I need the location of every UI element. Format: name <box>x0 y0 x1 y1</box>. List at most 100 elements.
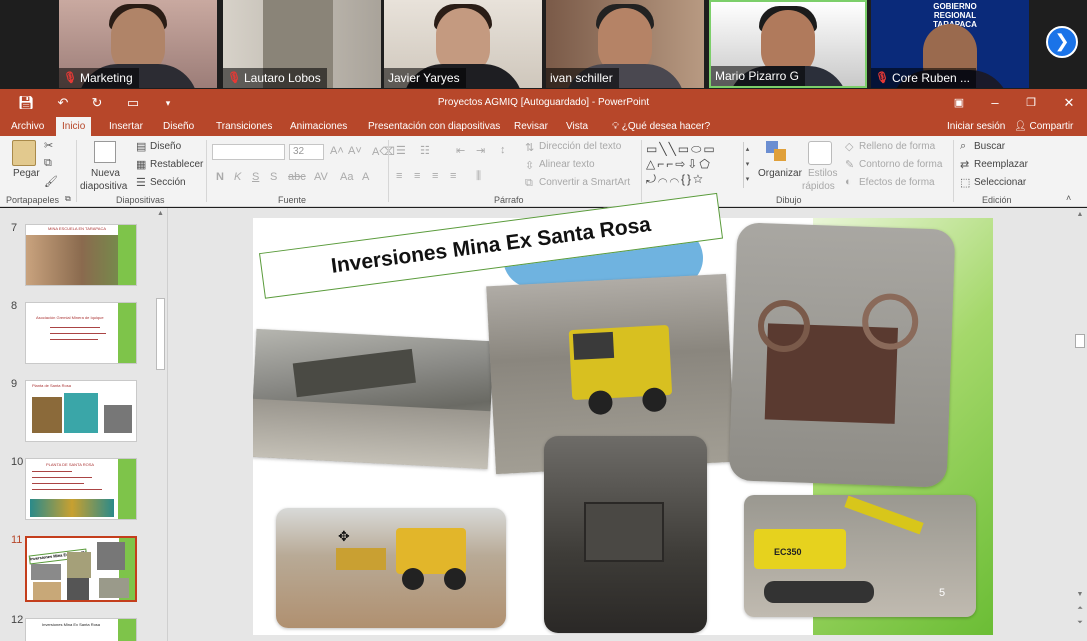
tab-vista[interactable]: Vista <box>560 117 594 136</box>
align-text-button[interactable]: Alinear texto <box>539 159 595 170</box>
shapes-gallery[interactable]: ▭╲╲▭⬭▭ △⌐⌐⇨⇩⬠ ⤾⌒⌒{}☆ <box>646 142 742 188</box>
reset-button[interactable]: Restablecer <box>150 159 203 170</box>
line-spacing-icon[interactable]: ↕ <box>500 144 506 156</box>
format-painter-icon[interactable]: 🖌︎ <box>44 175 58 188</box>
tab-presentacion[interactable]: Presentación con diapositivas <box>362 117 506 136</box>
undo-icon[interactable]: ↶ <box>52 89 74 117</box>
shapes-scroll[interactable]: ▴ ▾ ▾ <box>743 142 751 188</box>
shadow-icon[interactable]: S <box>270 171 277 183</box>
align-left-icon[interactable]: ≡ <box>396 170 402 182</box>
columns-icon[interactable]: ⫼ <box>476 170 481 183</box>
quick-styles-button[interactable]: Estilos <box>808 168 837 179</box>
smartart-button[interactable]: Convertir a SmartArt <box>539 177 630 188</box>
spacing-icon[interactable]: AV <box>314 171 328 183</box>
numbering-icon[interactable]: ☷ <box>420 144 430 157</box>
share-button[interactable]: 👤︎ Compartir <box>1008 117 1079 136</box>
slide-thumbnail-active[interactable]: Inversiones Mina Ex Santa Rosa <box>25 536 137 602</box>
tab-inicio[interactable]: Inicio <box>56 117 92 136</box>
underline-icon[interactable]: S <box>252 171 259 183</box>
participant-tile[interactable]: Javier Yaryes <box>384 0 542 88</box>
select-button[interactable]: Seleccionar <box>974 177 1026 188</box>
increase-indent-icon[interactable]: ⇥ <box>476 144 485 157</box>
excavator-label: EC350 <box>774 547 802 557</box>
paste-button[interactable]: Pegar <box>13 168 40 179</box>
redo-icon[interactable]: ↻ <box>88 89 106 117</box>
new-slide-button[interactable]: Nueva <box>91 168 120 179</box>
strike-icon[interactable]: abc <box>288 171 306 183</box>
scroll-down-icon[interactable]: ▼ <box>1075 591 1085 598</box>
dialog-launcher-icon[interactable]: ⧉ <box>65 194 71 204</box>
customize-toolbar-icon[interactable]: ▾ <box>160 89 176 117</box>
shape-outline-button[interactable]: Contorno de forma <box>859 159 942 170</box>
align-center-icon[interactable]: ≡ <box>414 170 420 182</box>
scroll-thumb[interactable] <box>156 298 165 370</box>
shape-effects-button[interactable]: Efectos de forma <box>859 177 935 188</box>
collapse-ribbon-icon[interactable]: ˄ <box>1066 193 1071 203</box>
photo-hopper[interactable] <box>544 436 707 633</box>
copy-icon[interactable]: ⧉ <box>44 157 52 170</box>
participant-tile[interactable]: 🎙︎ Lautaro Lobos <box>223 0 381 88</box>
next-page-button[interactable]: ❯ <box>1046 26 1078 58</box>
find-button[interactable]: Buscar <box>974 141 1005 152</box>
italic-icon[interactable]: K <box>234 171 241 183</box>
maximize-icon[interactable]: ❐ <box>1022 89 1040 117</box>
participant-tile[interactable]: GOBIERNO REGIONAL TARAPACA 🎙︎Core Ruben … <box>871 0 1029 88</box>
participant-tile[interactable]: 🎙︎ Marketing <box>59 0 217 88</box>
bullets-icon[interactable]: ☰ <box>396 144 406 157</box>
slide-thumbnail[interactable]: MINA ESCUELA EN TARAPACA <box>25 224 137 286</box>
slide-thumbnail[interactable]: Planta de Santa Rosa <box>25 380 137 442</box>
photo-excavator[interactable]: EC350 5 <box>744 495 976 617</box>
section-button[interactable]: Sección <box>150 177 186 188</box>
tell-me-box[interactable]: 💡︎ ¿Qué desea hacer? <box>606 117 716 136</box>
justify-icon[interactable]: ≡ <box>450 170 456 182</box>
paste-icon[interactable] <box>12 140 36 166</box>
signin-link[interactable]: Iniciar sesión <box>941 117 1011 136</box>
align-right-icon[interactable]: ≡ <box>432 170 438 182</box>
save-icon[interactable]: 💾︎ <box>18 89 35 117</box>
font-name-input[interactable] <box>212 144 285 160</box>
slide-thumbnail[interactable]: Inversiones Mina Ex Santa Rosa <box>25 618 137 641</box>
tab-archivo[interactable]: Archivo <box>5 117 50 136</box>
tab-animaciones[interactable]: Animaciones <box>284 117 353 136</box>
minimize-icon[interactable]: – <box>986 89 1004 117</box>
scroll-up-icon[interactable]: ▲ <box>1075 211 1085 218</box>
scroll-thumb[interactable] <box>1075 334 1085 348</box>
smartart-icon: ⧉ <box>525 177 533 189</box>
ribbon-display-icon[interactable]: ▣ <box>950 89 968 117</box>
grow-font-icon[interactable]: A˄ <box>330 145 344 157</box>
arrange-icon[interactable] <box>766 141 788 163</box>
tab-diseno[interactable]: Diseño <box>157 117 200 136</box>
previous-slide-icon[interactable]: ⏶ <box>1075 605 1085 613</box>
clear-format-icon[interactable]: A⌫ <box>372 145 395 158</box>
present-icon[interactable]: ▭ <box>124 89 142 117</box>
slide-scrollbar[interactable]: ▲ ▼ ⏶ ⏷ <box>1073 208 1087 641</box>
new-slide-icon[interactable] <box>94 141 116 163</box>
font-color-icon[interactable]: A <box>362 171 369 183</box>
participant-tile[interactable]: Mario Pizarro G <box>709 0 867 88</box>
shrink-font-icon[interactable]: A˅ <box>348 145 362 157</box>
arrange-button[interactable]: Organizar <box>758 168 802 179</box>
scroll-up-icon[interactable]: ▲ <box>155 210 166 217</box>
photo-jaw-crusher[interactable] <box>728 222 956 488</box>
quick-styles-icon[interactable] <box>808 141 832 165</box>
layout-button[interactable]: Diseño <box>150 141 181 152</box>
tab-insertar[interactable]: Insertar <box>103 117 149 136</box>
text-direction-button[interactable]: Dirección del texto <box>539 141 621 152</box>
thumbnail-scrollbar[interactable]: ▲ <box>155 210 166 641</box>
tab-transiciones[interactable]: Transiciones <box>210 117 278 136</box>
photo-loader[interactable] <box>276 508 506 628</box>
cut-icon[interactable]: ✂ <box>44 139 53 152</box>
slide-thumbnail[interactable]: Asociación Gremial Minera de Iquique <box>25 302 137 364</box>
case-icon[interactable]: Aa <box>340 171 353 183</box>
slide-thumbnail[interactable]: PLANTA DE SANTA ROSA <box>25 458 137 520</box>
decrease-indent-icon[interactable]: ⇤ <box>456 144 465 157</box>
next-slide-icon[interactable]: ⏷ <box>1075 619 1085 627</box>
participant-tile[interactable]: ivan schiller <box>546 0 704 88</box>
font-size-input[interactable]: 32 <box>289 144 324 160</box>
shape-fill-button[interactable]: Relleno de forma <box>859 141 935 152</box>
photo-crusher-plant[interactable] <box>253 328 495 470</box>
close-icon[interactable]: ✕ <box>1060 89 1078 117</box>
bold-icon[interactable]: N <box>216 171 224 183</box>
replace-button[interactable]: Reemplazar <box>974 159 1028 170</box>
tab-revisar[interactable]: Revisar <box>508 117 554 136</box>
